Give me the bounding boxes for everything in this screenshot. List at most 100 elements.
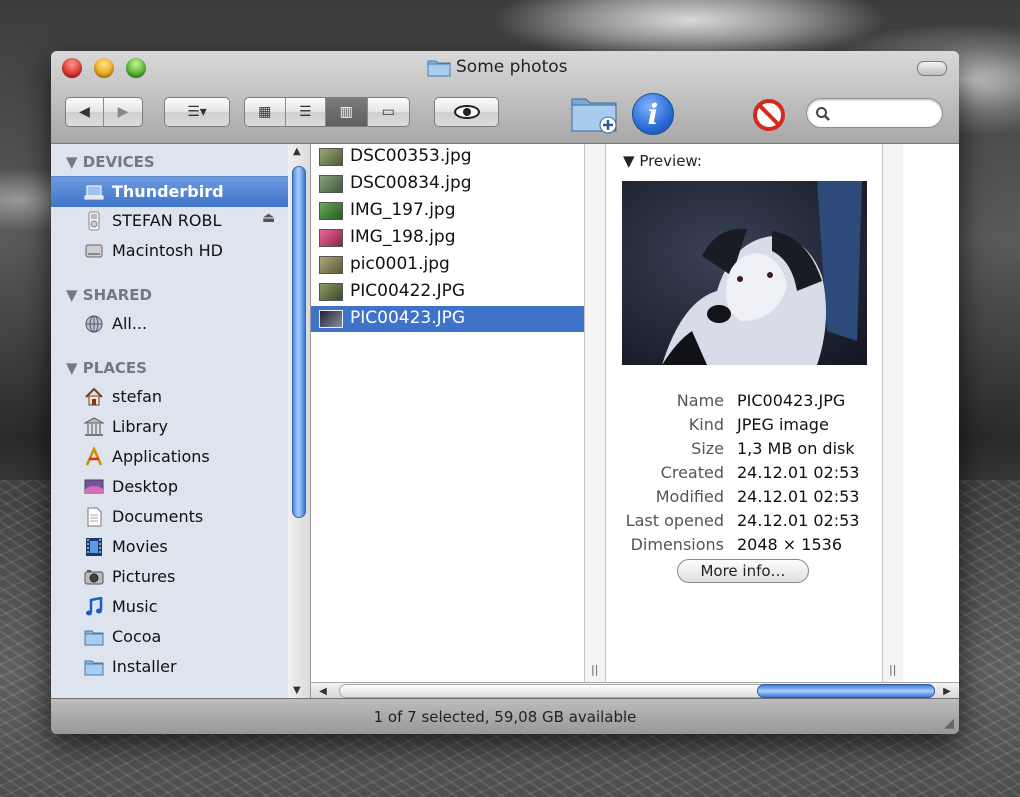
preview-column: ▼ Preview: Name PIC00423.JPG Kind JPEG i… <box>606 144 883 682</box>
scroll-right-arrow[interactable]: ▶ <box>939 683 955 699</box>
sidebar-item-label: Installer <box>112 657 177 676</box>
file-item-selected[interactable]: PIC00423.JPG <box>311 306 584 332</box>
sidebar-item-applications[interactable]: Applications <box>51 442 288 472</box>
file-item[interactable]: IMG_197.jpg <box>311 198 584 224</box>
horizontal-scroll-thumb[interactable] <box>757 684 935 698</box>
info-key: Name <box>676 391 724 410</box>
search-field[interactable] <box>806 98 943 128</box>
toolbar-toggle-button[interactable] <box>917 61 947 76</box>
view-columns-button[interactable]: ▥ <box>326 98 368 126</box>
new-folder-button[interactable] <box>570 91 618 135</box>
sidebar-item-all[interactable]: All... <box>51 309 288 339</box>
sidebar-item-pictures[interactable]: Pictures <box>51 562 288 592</box>
scroll-left-arrow[interactable]: ◀ <box>315 683 331 699</box>
info-value: 24.12.01 02:53 <box>737 463 860 482</box>
sidebar-item-documents[interactable]: Documents <box>51 502 288 532</box>
sidebar: ▼ DEVICES Thunderbird STEFAN ROBL ⏏ Maci… <box>51 144 289 698</box>
info-key: Dimensions <box>630 535 724 554</box>
column-resize-handle[interactable]: || <box>883 144 904 682</box>
file-thumbnail-icon <box>319 310 343 328</box>
sidebar-item-music[interactable]: Music <box>51 592 288 622</box>
film-icon <box>86 538 102 556</box>
empty-column <box>903 144 959 682</box>
grid-icon: ▦ <box>258 104 272 120</box>
sidebar-item-movies[interactable]: Movies <box>51 532 288 562</box>
sidebar-item-macintosh-hd[interactable]: Macintosh HD <box>51 236 288 266</box>
get-info-button[interactable]: i <box>632 93 674 135</box>
back-arrow-icon: ◀ <box>79 104 90 120</box>
file-thumbnail-icon <box>319 256 343 274</box>
forward-button[interactable]: ▶ <box>104 98 142 126</box>
sidebar-scrollbar[interactable]: ▲ ▼ <box>288 144 311 698</box>
grip-icon: || <box>591 663 599 676</box>
info-value: JPEG image <box>737 415 829 434</box>
file-item[interactable]: pic0001.jpg <box>311 252 584 278</box>
view-list-button[interactable]: ☰ <box>286 98 327 126</box>
sidebar-item-cocoa[interactable]: Cocoa <box>51 622 288 652</box>
sidebar-item-stefan[interactable]: stefan <box>51 382 288 412</box>
back-forward-control: ◀ ▶ <box>65 97 143 127</box>
info-row-modified: Modified 24.12.01 02:53 <box>606 487 882 511</box>
file-item[interactable]: DSC00834.jpg <box>311 171 584 197</box>
info-row-name: Name PIC00423.JPG <box>606 391 882 415</box>
close-window-button[interactable] <box>62 58 82 78</box>
sidebar-item-label: Desktop <box>112 477 178 496</box>
grip-icon: || <box>889 663 897 676</box>
file-item[interactable]: PIC00422.JPG <box>311 279 584 305</box>
delete-button[interactable] <box>753 99 785 131</box>
info-key: Kind <box>688 415 724 434</box>
info-value: 2048 × 1536 <box>737 535 843 554</box>
window-title-text: Some photos <box>456 57 568 77</box>
sidebar-item-stefan-robl[interactable]: STEFAN ROBL ⏏ <box>51 206 288 236</box>
preview-header[interactable]: ▼ Preview: <box>623 152 702 170</box>
music-note-icon <box>86 597 103 616</box>
applications-icon <box>85 447 103 466</box>
minimize-window-button[interactable] <box>94 58 114 78</box>
sidebar-item-installer[interactable]: Installer <box>51 652 288 682</box>
sidebar-item-desktop[interactable]: Desktop <box>51 472 288 502</box>
file-name: PIC00423.JPG <box>350 308 466 328</box>
zoom-window-button[interactable] <box>126 58 146 78</box>
info-row-size: Size 1,3 MB on disk <box>606 439 882 463</box>
view-icons-button[interactable]: ▦ <box>245 98 286 126</box>
no-entry-icon <box>753 99 785 131</box>
info-key: Last opened <box>625 511 724 530</box>
file-item[interactable]: DSC00353.jpg <box>311 144 584 170</box>
arrange-menu-icon: ☰▾ <box>187 104 207 120</box>
quick-look-button[interactable] <box>434 97 499 127</box>
sidebar-header-label: PLACES <box>82 359 147 377</box>
info-value: 1,3 MB on disk <box>737 439 855 458</box>
arrange-button[interactable]: ☰▾ <box>164 97 230 127</box>
eject-icon[interactable]: ⏏ <box>262 210 275 226</box>
search-input[interactable] <box>835 104 939 124</box>
sidebar-item-thunderbird[interactable]: Thunderbird <box>51 176 288 207</box>
scroll-down-arrow[interactable]: ▼ <box>293 685 301 696</box>
window-title: Some photos <box>427 55 568 79</box>
column-resize-handle[interactable]: || <box>585 144 606 682</box>
sidebar-item-label: Movies <box>112 537 168 556</box>
scroll-up-arrow[interactable]: ▲ <box>293 146 301 157</box>
status-text: 1 of 7 selected, 59,08 GB available <box>373 708 637 726</box>
back-button[interactable]: ◀ <box>66 98 105 126</box>
file-item[interactable]: IMG_198.jpg <box>311 225 584 251</box>
network-globe-icon <box>85 315 103 333</box>
info-row-dimensions: Dimensions 2048 × 1536 <box>606 535 882 559</box>
file-name: DSC00834.jpg <box>350 173 472 193</box>
view-coverflow-button[interactable]: ▭ <box>368 98 409 126</box>
info-value: 24.12.01 02:53 <box>737 511 860 530</box>
finder-window: Some photos ◀ ▶ ☰▾ ▦ ☰ ▥ ▭ i ▼ DEVICES T… <box>51 51 959 734</box>
sidebar-item-library[interactable]: Library <box>51 412 288 442</box>
folder-icon <box>84 660 104 676</box>
sidebar-scroll-thumb[interactable] <box>292 166 306 518</box>
more-info-button[interactable]: More info… <box>677 559 809 583</box>
sidebar-header-devices: ▼ DEVICES <box>66 153 155 171</box>
sidebar-item-label: STEFAN ROBL <box>112 211 222 230</box>
horizontal-scrollbar[interactable]: ◀ ▶ <box>311 682 959 699</box>
file-column: DSC00353.jpg DSC00834.jpg IMG_197.jpg IM… <box>311 144 585 682</box>
search-icon <box>816 107 830 121</box>
view-mode-control: ▦ ☰ ▥ ▭ <box>244 97 410 127</box>
file-thumbnail-icon <box>319 148 343 166</box>
folder-icon <box>84 630 104 646</box>
resize-grip-icon[interactable]: ◢ <box>944 716 954 731</box>
info-value: 24.12.01 02:53 <box>737 487 860 506</box>
